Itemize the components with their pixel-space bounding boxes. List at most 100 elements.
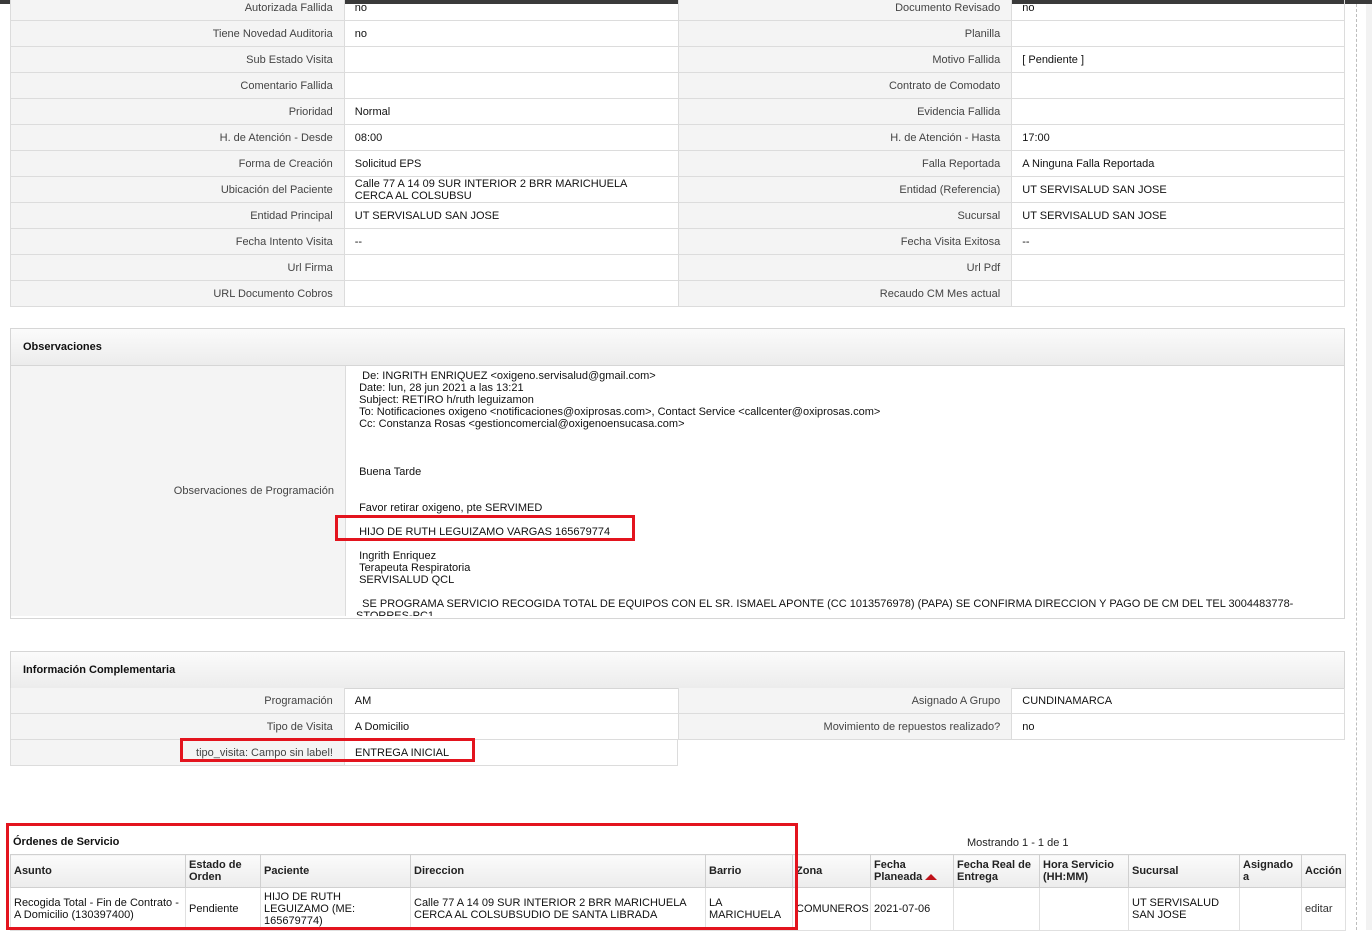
col-header-sucursal[interactable]: Sucursal [1128,854,1240,888]
detail-row: Forma de Creación Solicitud EPS Falla Re… [10,151,1345,177]
field-label: Documento Revisado [677,0,1012,20]
field-value [1011,281,1345,306]
observaciones-text: De: INGRITH ENRIQUEZ <oxigeno.servisalud… [345,366,1344,616]
field-label: Programación [10,688,344,713]
field-value: UT SERVISALUD SAN JOSE [1011,203,1345,228]
cell-zona: COMUNEROS [792,887,871,931]
complementaria-title: Información Complementaria [11,652,1344,689]
field-label: Ubicación del Paciente [10,177,344,202]
visit-details-grid: Autorizada Fallida no Documento Revisado… [10,0,1345,307]
field-value [343,281,678,306]
field-label: Autorizada Fallida [10,0,344,20]
cell-fecha-planeada: 2021-07-06 [870,887,954,931]
sort-asc-icon[interactable] [925,874,938,881]
pagination-summary: Mostrando 1 - 1 de 1 [967,837,1069,849]
field-label: H. de Atención - Desde [10,125,344,150]
edit-link[interactable]: editar [1305,903,1333,915]
col-header-hora[interactable]: Hora Servicio (HH:MM) [1039,854,1129,888]
detail-row: Programación AM Asignado A Grupo CUNDINA… [10,688,1345,714]
observaciones-label: Observaciones de Programación [11,366,345,616]
col-header-accion: Acción [1301,854,1346,888]
field-label: Sub Estado Visita [10,47,344,72]
field-value: UT SERVISALUD SAN JOSE [343,203,678,228]
detail-row: Entidad Principal UT SERVISALUD SAN JOSE… [10,203,1345,229]
field-value: Normal [343,99,678,124]
detail-row: Sub Estado Visita Motivo Fallida [ Pendi… [10,47,1345,73]
field-value: [ Pendiente ] [1011,47,1345,72]
highlight-box-tipo-visita [180,738,475,762]
field-label: Movimiento de repuestos realizado? [677,714,1012,739]
field-value: A Ninguna Falla Reportada [1011,151,1345,176]
detail-row: Autorizada Fallida no Documento Revisado… [10,0,1345,21]
field-label: Motivo Fallida [677,47,1012,72]
field-value: Calle 77 A 14 09 SUR INTERIOR 2 BRR MARI… [343,177,678,202]
field-label: Planilla [677,21,1012,46]
field-value [1011,99,1345,124]
observaciones-panel: Observaciones Observaciones de Programac… [10,328,1345,619]
field-value: CUNDINAMARCA [1011,688,1345,713]
field-value: no [343,21,678,46]
field-label: Comentario Fallida [10,73,344,98]
field-label: Recaudo CM Mes actual [677,281,1012,306]
field-value: no [343,0,678,20]
cell-fecha-real [953,887,1040,931]
detail-row: Comentario Fallida Contrato de Comodato [10,73,1345,99]
field-value: -- [1011,229,1345,254]
detail-row: Prioridad Normal Evidencia Fallida [10,99,1345,125]
field-label: Entidad (Referencia) [677,177,1012,202]
field-value [1011,255,1345,280]
highlight-box-ordenes [6,823,798,930]
field-label: Forma de Creación [10,151,344,176]
observaciones-title: Observaciones [11,329,1344,366]
detail-row: Ubicación del Paciente Calle 77 A 14 09 … [10,177,1345,203]
complementaria-panel: Información Complementaria [10,651,1345,689]
col-header-fecha-planeada[interactable]: Fecha Planeada [870,854,954,888]
field-label: Sucursal [677,203,1012,228]
field-value: -- [343,229,678,254]
field-label: URL Documento Cobros [10,281,344,306]
field-value [1011,21,1345,46]
field-label: Falla Reportada [677,151,1012,176]
field-label: H. de Atención - Hasta [677,125,1012,150]
field-value: Solicitud EPS [343,151,678,176]
detail-row: H. de Atención - Desde 08:00 H. de Atenc… [10,125,1345,151]
highlight-box-patient [335,515,635,541]
field-value: UT SERVISALUD SAN JOSE [1011,177,1345,202]
detail-row: Tiene Novedad Auditoria no Planilla [10,21,1345,47]
field-value: AM [343,688,678,713]
field-value: no [1011,714,1345,739]
field-label: Evidencia Fallida [677,99,1012,124]
col-header-asignado[interactable]: Asignado a [1239,854,1302,888]
field-label: Contrato de Comodato [677,73,1012,98]
field-value [343,47,678,72]
detail-row: Fecha Intento Visita -- Fecha Visita Exi… [10,229,1345,255]
cell-sucursal: UT SERVISALUD SAN JOSE [1128,887,1240,931]
detail-row: URL Documento Cobros Recaudo CM Mes actu… [10,281,1345,307]
field-value [1011,73,1345,98]
field-label: Tiene Novedad Auditoria [10,21,344,46]
cell-accion: editar [1301,887,1346,931]
detail-row: Url Firma Url Pdf [10,255,1345,281]
col-header-fecha-planeada-label: Fecha Planeada [874,859,923,883]
field-label: Prioridad [10,99,344,124]
field-label: Url Firma [10,255,344,280]
field-value: 08:00 [343,125,678,150]
field-value [343,73,678,98]
page-dashed-guide [1356,4,1357,930]
col-header-fecha-real[interactable]: Fecha Real de Entrega [953,854,1040,888]
cell-asignado [1239,887,1302,931]
field-value: 17:00 [1011,125,1345,150]
field-label: Fecha Visita Exitosa [677,229,1012,254]
field-label: Url Pdf [677,255,1012,280]
vertical-scrollbar[interactable] [1366,4,1372,930]
col-header-zona[interactable]: Zona [792,854,871,888]
field-value: no [1011,0,1345,20]
field-value: A Domicilio [343,714,678,739]
field-label: Tipo de Visita [10,714,344,739]
field-value [343,255,678,280]
detail-row: Tipo de Visita A Domicilio Movimiento de… [10,714,1345,740]
field-label: Asignado A Grupo [677,688,1012,713]
field-label: Fecha Intento Visita [10,229,344,254]
cell-hora [1039,887,1129,931]
field-label: Entidad Principal [10,203,344,228]
